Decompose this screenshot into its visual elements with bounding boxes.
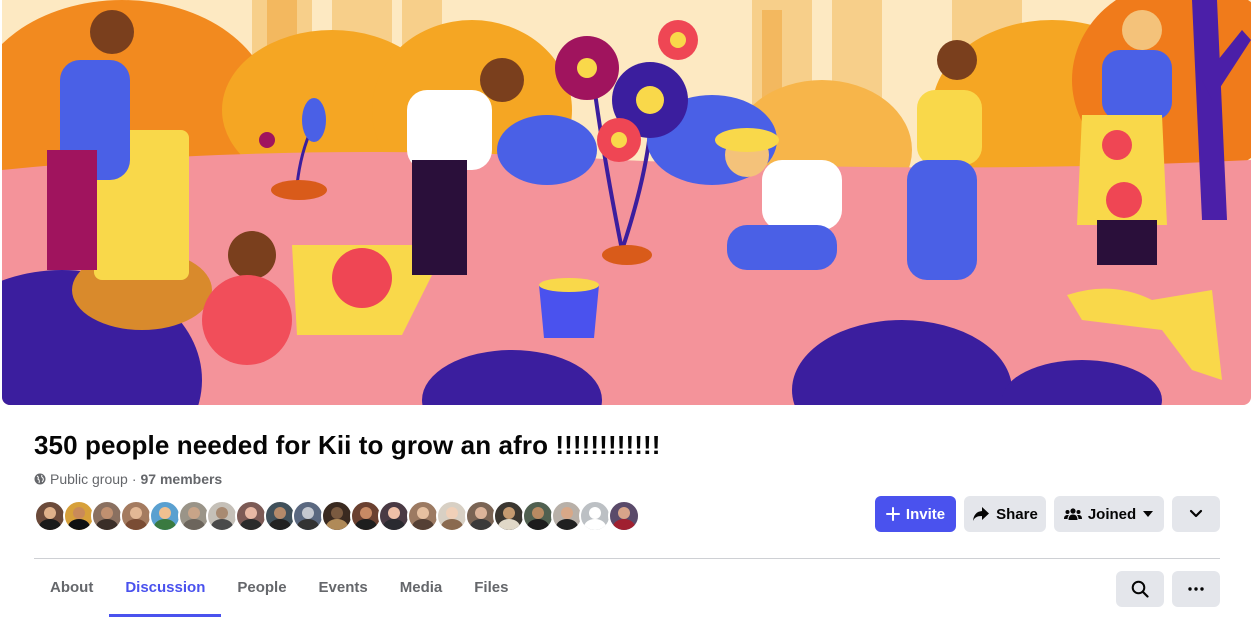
search-button[interactable] bbox=[1116, 571, 1164, 607]
avatar[interactable] bbox=[177, 500, 210, 532]
avatar[interactable] bbox=[435, 500, 468, 532]
avatar[interactable] bbox=[321, 500, 354, 532]
share-button[interactable]: Share bbox=[964, 496, 1046, 532]
avatar[interactable] bbox=[521, 500, 554, 532]
avatar[interactable] bbox=[378, 500, 411, 532]
avatar[interactable] bbox=[234, 500, 267, 532]
tab-events[interactable]: Events bbox=[303, 560, 384, 617]
invite-button[interactable]: Invite bbox=[875, 496, 956, 532]
chevron-down-icon bbox=[1189, 509, 1203, 518]
avatar[interactable] bbox=[292, 500, 325, 532]
avatar[interactable] bbox=[148, 500, 181, 532]
joined-button[interactable]: Joined bbox=[1054, 496, 1164, 532]
meta-separator: · bbox=[131, 471, 137, 487]
more-options-button[interactable] bbox=[1172, 496, 1220, 532]
caret-down-icon bbox=[1143, 511, 1154, 517]
plus-icon bbox=[885, 507, 900, 521]
group-meta: Public group · 97 members bbox=[34, 471, 222, 487]
avatar[interactable] bbox=[550, 500, 583, 532]
cover-photo[interactable] bbox=[2, 0, 1251, 405]
group-title: 350 people needed for Kii to grow an afr… bbox=[34, 430, 661, 460]
tab-files[interactable]: Files bbox=[458, 560, 524, 617]
tab-about[interactable]: About bbox=[34, 560, 109, 617]
member-avatars[interactable] bbox=[34, 500, 641, 532]
joined-label: Joined bbox=[1087, 505, 1137, 523]
avatar[interactable] bbox=[120, 500, 153, 532]
avatar[interactable] bbox=[34, 500, 66, 532]
more-actions-button[interactable] bbox=[1172, 571, 1220, 607]
ellipsis-icon bbox=[1188, 587, 1204, 591]
avatar-default[interactable] bbox=[579, 500, 612, 532]
search-icon bbox=[1131, 580, 1149, 598]
invite-label: Invite bbox=[905, 505, 946, 523]
member-count[interactable]: 97 members bbox=[141, 471, 223, 487]
avatar[interactable] bbox=[91, 500, 124, 532]
header-divider bbox=[34, 558, 1220, 559]
avatar[interactable] bbox=[464, 500, 497, 532]
group-tabs: About Discussion People Events Media Fil… bbox=[34, 560, 524, 617]
share-label: Share bbox=[996, 505, 1038, 523]
avatar[interactable] bbox=[493, 500, 526, 532]
avatar[interactable] bbox=[349, 500, 382, 532]
avatar[interactable] bbox=[407, 500, 440, 532]
avatar[interactable] bbox=[62, 500, 95, 532]
cover-illustration bbox=[2, 0, 1251, 405]
globe-icon bbox=[34, 473, 46, 485]
avatar[interactable] bbox=[263, 500, 296, 532]
tab-people[interactable]: People bbox=[221, 560, 302, 617]
tab-discussion[interactable]: Discussion bbox=[109, 560, 222, 617]
avatar[interactable] bbox=[608, 500, 641, 532]
privacy-label: Public group bbox=[50, 471, 128, 487]
share-arrow-icon bbox=[973, 507, 990, 521]
avatar[interactable] bbox=[206, 500, 239, 532]
tab-media[interactable]: Media bbox=[384, 560, 459, 617]
group-people-icon bbox=[1063, 508, 1082, 520]
